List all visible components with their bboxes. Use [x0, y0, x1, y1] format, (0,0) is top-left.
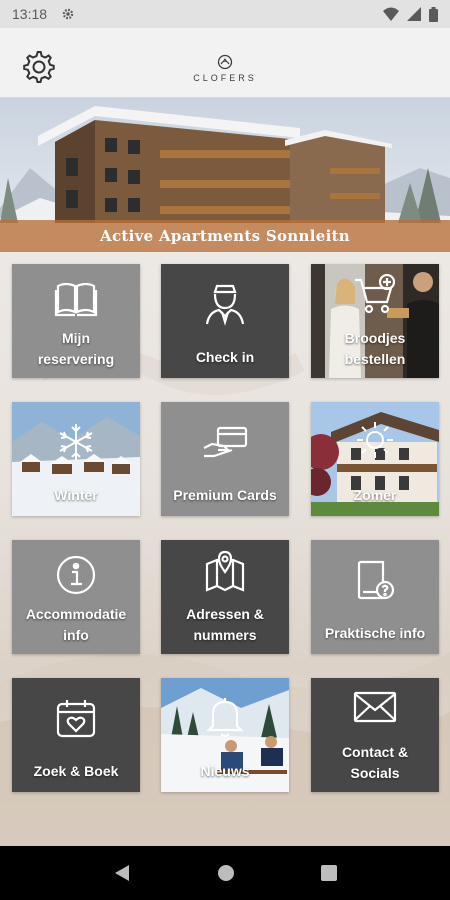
tile-label: Praktische info	[324, 625, 426, 641]
battery-icon	[429, 6, 438, 22]
system-nav-bar	[0, 846, 450, 900]
tile-zomer[interactable]: Zomer	[311, 402, 439, 516]
tile-label: Zomer	[353, 487, 397, 503]
tile-grid: Mijn reservering Check in Broodjes beste…	[0, 252, 450, 846]
hero-title: Active Apartments Sonnleitn	[100, 227, 350, 245]
tile-broodjes-bestellen[interactable]: Broodjes bestellen	[311, 264, 439, 378]
tile-winter[interactable]: Winter	[12, 402, 140, 516]
tile-premium-cards[interactable]: Premium Cards	[161, 402, 289, 516]
tile-label: Winter	[54, 487, 98, 503]
wifi-icon	[383, 7, 399, 21]
tile-label: Contact & Socials	[341, 744, 409, 781]
envelope-icon	[353, 691, 397, 723]
tile-label: Zoek & Boek	[33, 763, 119, 779]
tile-nieuws[interactable]: Nieuws	[161, 678, 289, 792]
info-icon	[56, 555, 96, 595]
tile-check-in[interactable]: Check in	[161, 264, 289, 378]
tile-zoek-boek[interactable]: Zoek & Boek	[12, 678, 140, 792]
tile-contact-socials[interactable]: Contact & Socials	[311, 678, 439, 792]
tile-label: Accommodatie info	[25, 606, 127, 643]
status-bar: 13:18	[0, 0, 450, 28]
settings-gear-icon[interactable]	[22, 50, 56, 84]
cell-signal-icon	[407, 7, 421, 21]
app-header: CLOFERS	[0, 28, 450, 98]
settings-notification-icon	[62, 8, 74, 20]
logo-text: CLOFERS	[193, 73, 257, 83]
tile-label: Nieuws	[200, 763, 250, 779]
hero-banner: Active Apartments Sonnleitn	[0, 98, 450, 252]
snowflake-icon	[59, 424, 93, 460]
calendar-heart-icon	[56, 700, 96, 738]
clofers-logo-mark-icon	[217, 54, 233, 70]
book-icon	[54, 282, 98, 317]
card-hand-icon	[203, 426, 248, 458]
tile-mijn-reservering[interactable]: Mijn reservering	[12, 264, 140, 378]
sun-icon	[357, 422, 393, 458]
tile-label: Adressen & nummers	[186, 606, 264, 643]
hero-title-banner: Active Apartments Sonnleitn	[0, 220, 450, 252]
tile-label: Check in	[195, 349, 255, 365]
map-pin-icon	[205, 550, 245, 592]
clofers-logo: CLOFERS	[188, 54, 262, 83]
booklet-question-icon	[357, 560, 395, 600]
tile-label: Premium Cards	[173, 487, 277, 503]
status-time: 13:18	[12, 6, 48, 22]
recents-icon[interactable]	[321, 865, 337, 881]
home-icon[interactable]	[217, 864, 235, 882]
tile-adressen-nummers[interactable]: Adressen & nummers	[161, 540, 289, 654]
receptionist-icon	[205, 284, 245, 326]
tile-accommodatie-info[interactable]: Accommodatie info	[12, 540, 140, 654]
tile-label: Broodjes bestellen	[344, 330, 406, 367]
tile-praktische-info[interactable]: Praktische info	[311, 540, 439, 654]
back-icon[interactable]	[113, 864, 131, 882]
tile-label: Mijn reservering	[37, 330, 115, 367]
cart-plus-icon	[355, 274, 396, 314]
bell-icon	[206, 698, 244, 738]
